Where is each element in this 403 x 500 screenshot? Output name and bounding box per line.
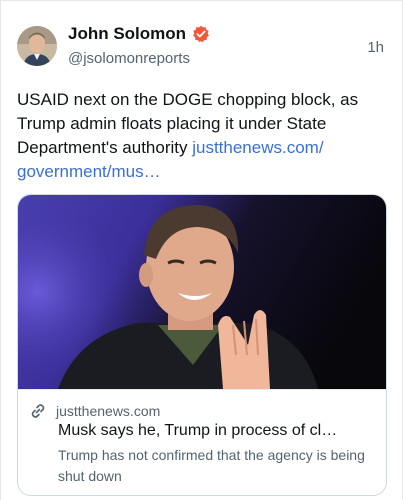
- author-handle[interactable]: @jsolomonreports: [68, 49, 190, 69]
- tweet-card[interactable]: John Solomon @jsolomonreports 1h USAID n…: [0, 0, 403, 500]
- timestamp[interactable]: 1h: [367, 38, 384, 58]
- author-name[interactable]: John Solomon: [68, 23, 186, 45]
- avatar[interactable]: [17, 26, 57, 66]
- preview-image: [18, 195, 386, 389]
- verified-badge-icon: [192, 25, 210, 43]
- link-card-description: Trump has not confirmed that the agency …: [58, 447, 365, 484]
- link-preview-card[interactable]: justthenews.com Musk says he, Trump in p…: [17, 194, 387, 496]
- link-card-title: Musk says he, Trump in process of cl…: [58, 422, 338, 439]
- link-card-domain: justthenews.com: [56, 403, 161, 419]
- link-preview-meta: justthenews.com Musk says he, Trump in p…: [18, 389, 386, 495]
- avatar-image: [17, 26, 57, 66]
- tweet-text: USAID next on the DOGE chopping block, a…: [17, 88, 389, 184]
- link-icon: [30, 403, 46, 419]
